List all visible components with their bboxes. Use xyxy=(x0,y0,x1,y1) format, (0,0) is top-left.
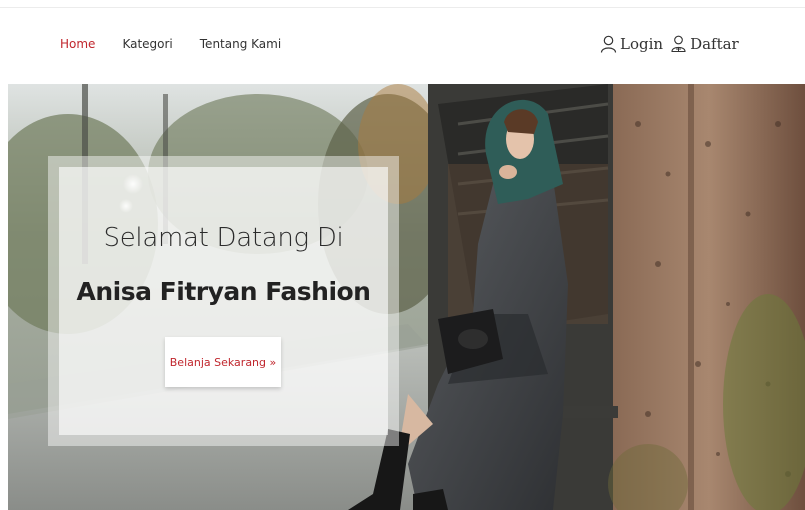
hero-overlay-panel: Selamat Datang Di Anisa Fitryan Fashion … xyxy=(59,167,388,435)
nav-home-link[interactable]: Home xyxy=(60,37,95,51)
hero-welcome-text: Selamat Datang Di xyxy=(103,223,344,253)
shop-now-button[interactable]: Belanja Sekarang » xyxy=(165,337,281,387)
user-add-icon[interactable] xyxy=(670,35,687,53)
hero-overlay-frame: Selamat Datang Di Anisa Fitryan Fashion … xyxy=(48,156,399,446)
top-divider xyxy=(0,0,805,8)
hero-banner: Selamat Datang Di Anisa Fitryan Fashion … xyxy=(8,84,805,510)
main-nav: Home Kategori Tentang Kami xyxy=(60,37,281,51)
navbar: Home Kategori Tentang Kami Login Daftar xyxy=(0,8,805,84)
auth-links: Login Daftar xyxy=(600,35,739,53)
hero-brand-title: Anisa Fitryan Fashion xyxy=(76,277,371,306)
nav-kategori-link[interactable]: Kategori xyxy=(122,37,172,51)
register-link[interactable]: Daftar xyxy=(690,35,739,53)
nav-tentang-kami-link[interactable]: Tentang Kami xyxy=(200,37,281,51)
login-link[interactable]: Login xyxy=(620,35,663,53)
user-outline-icon[interactable] xyxy=(600,35,617,53)
